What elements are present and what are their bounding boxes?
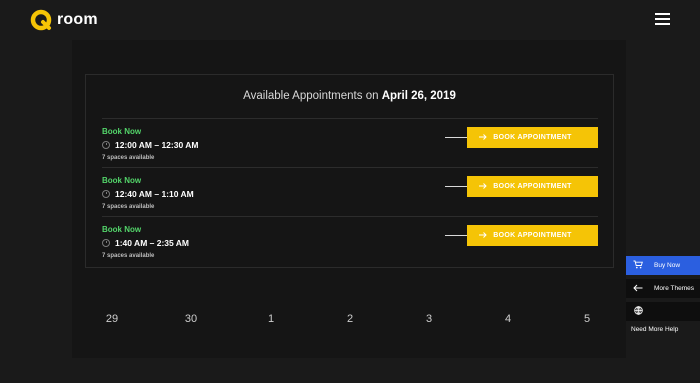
- calendar-day[interactable]: 4: [493, 313, 523, 325]
- more-themes-button[interactable]: More Themes: [626, 279, 700, 298]
- book-appointment-label: BOOK APPOINTMENT: [493, 134, 572, 141]
- more-themes-label: More Themes: [654, 285, 694, 292]
- calendar-day[interactable]: 29: [97, 313, 127, 325]
- need-more-help-link[interactable]: Need More Help: [631, 326, 678, 333]
- buy-now-label: Buy Now: [654, 262, 681, 269]
- book-now-label[interactable]: Book Now: [102, 176, 141, 185]
- time-row: 1:40 AM – 2:35 AM: [102, 238, 189, 248]
- cart-icon: [630, 260, 646, 271]
- calendar-day[interactable]: 3: [414, 313, 444, 325]
- clock-icon: [102, 190, 110, 198]
- book-now-label[interactable]: Book Now: [102, 225, 141, 234]
- book-appointment-button[interactable]: BOOK APPOINTMENT: [467, 176, 598, 197]
- book-appointment-label: BOOK APPOINTMENT: [493, 232, 572, 239]
- book-now-label[interactable]: Book Now: [102, 127, 141, 136]
- arrow-right-icon: [479, 134, 487, 140]
- slot-time: 1:40 AM – 2:35 AM: [115, 238, 190, 248]
- globe-button[interactable]: [626, 302, 700, 321]
- appointment-slot: Book Now 12:00 AM – 12:30 AM 7 spaces av…: [102, 118, 598, 168]
- clock-icon: [102, 239, 110, 247]
- card-title-date: April 26, 2019: [381, 90, 456, 102]
- buy-now-button[interactable]: Buy Now: [626, 256, 700, 275]
- calendar-day[interactable]: 30: [176, 313, 206, 325]
- card-title-prefix: Available Appointments on: [243, 90, 379, 102]
- logo[interactable]: room: [30, 9, 98, 31]
- time-row: 12:00 AM – 12:30 AM: [102, 140, 198, 150]
- appointment-slot: Book Now 12:40 AM – 1:10 AM 7 spaces ava…: [102, 167, 598, 217]
- time-row: 12:40 AM – 1:10 AM: [102, 189, 194, 199]
- book-appointment-button[interactable]: BOOK APPOINTMENT: [467, 225, 598, 246]
- hamburger-menu-icon[interactable]: [655, 13, 670, 25]
- card-title: Available Appointments on April 26, 2019: [86, 90, 613, 102]
- arrow-left-icon: [630, 284, 646, 294]
- calendar-day[interactable]: 2: [335, 313, 365, 325]
- book-appointment-button[interactable]: BOOK APPOINTMENT: [467, 127, 598, 148]
- book-appointment-label: BOOK APPOINTMENT: [493, 183, 572, 190]
- calendar-day[interactable]: 1: [256, 313, 286, 325]
- arrow-right-icon: [479, 232, 487, 238]
- slot-time: 12:00 AM – 12:30 AM: [115, 140, 199, 150]
- spaces-available: 7 spaces available: [102, 155, 155, 161]
- slot-time: 12:40 AM – 1:10 AM: [115, 189, 194, 199]
- spaces-available: 7 spaces available: [102, 253, 155, 259]
- appointments-card: Available Appointments on April 26, 2019…: [85, 74, 614, 268]
- arrow-right-icon: [479, 183, 487, 189]
- globe-icon: [630, 306, 646, 317]
- page: room Available Appointments on April 26,…: [0, 0, 700, 383]
- spaces-available: 7 spaces available: [102, 204, 155, 210]
- calendar-day[interactable]: 5: [572, 313, 602, 325]
- logo-text: room: [57, 11, 98, 28]
- logo-icon: [30, 9, 52, 31]
- clock-icon: [102, 141, 110, 149]
- appointment-slot: Book Now 1:40 AM – 2:35 AM 7 spaces avai…: [102, 216, 598, 266]
